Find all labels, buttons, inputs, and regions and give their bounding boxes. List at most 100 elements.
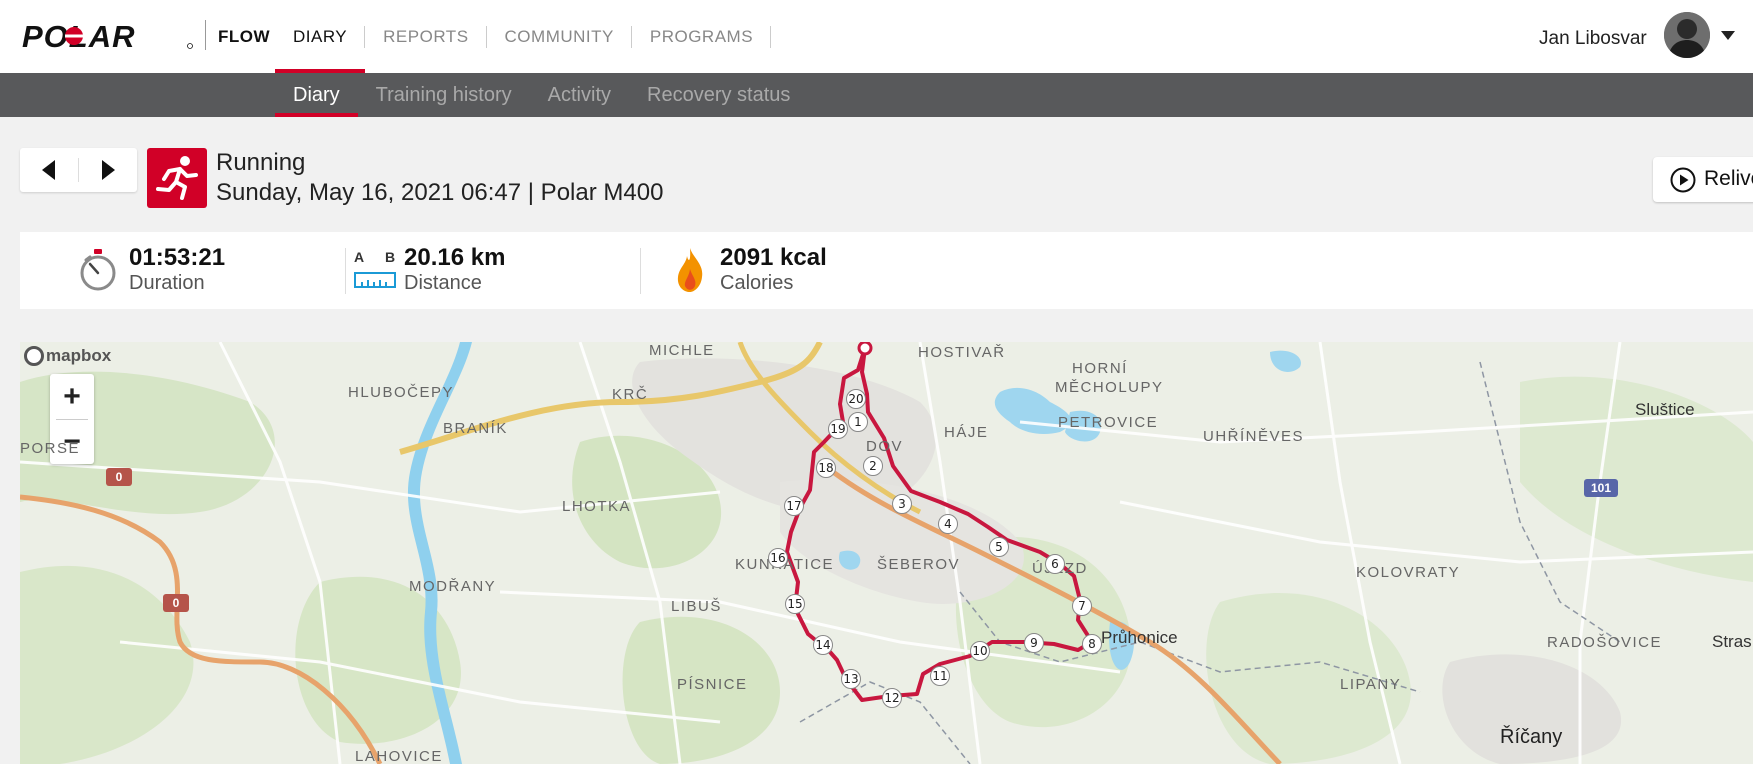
route-start-marker [857, 342, 873, 356]
next-session-button[interactable] [79, 148, 137, 192]
nav-reports-label: REPORTS [383, 26, 469, 46]
zoom-in-button[interactable]: + [50, 374, 94, 419]
km-marker[interactable]: 10 [970, 641, 990, 661]
main-nav: DIARY REPORTS COMMUNITY PROGRAMS [275, 0, 772, 73]
km-marker[interactable]: 14 [813, 635, 833, 655]
session-date-device: Sunday, May 16, 2021 06:47 | Polar M400 [216, 179, 664, 206]
place-label: UHŘÍNĚVES [1203, 428, 1305, 445]
nav-community-label: COMMUNITY [504, 26, 614, 46]
logo-divider [205, 20, 206, 50]
km-marker[interactable]: 15 [785, 594, 805, 614]
km-marker[interactable]: 6 [1045, 554, 1065, 574]
nav-reports[interactable]: REPORTS [365, 0, 487, 73]
place-label: PORSE [20, 440, 81, 457]
distance-value: 20.16 km [404, 244, 506, 271]
relive-button[interactable]: Relive [1653, 157, 1753, 202]
flame-icon [677, 248, 703, 292]
arrow-right-icon [102, 160, 115, 180]
place-label: HORNÍ [1072, 360, 1128, 377]
km-marker[interactable]: 17 [784, 496, 804, 516]
tab-training-history[interactable]: Training history [358, 73, 530, 117]
place-label: RADOŠOVICE [1547, 634, 1663, 651]
tab-activity-label: Activity [547, 83, 611, 106]
stat-duration: 01:53:21 Duration [20, 232, 340, 309]
place-label: HOSTIVAŘ [918, 344, 1006, 361]
place-label: HÁJE [944, 424, 989, 441]
mapbox-attribution[interactable]: mapbox [24, 346, 111, 366]
place-label: BRANÍK [443, 420, 508, 437]
mapbox-attribution-text: mapbox [46, 346, 112, 365]
place-label: MICHLE [649, 342, 715, 359]
avatar[interactable] [1664, 12, 1710, 58]
stopwatch-icon [80, 249, 116, 291]
running-sport-icon [147, 148, 207, 208]
place-label: DOV [866, 438, 904, 455]
distance-icon-a: A [354, 249, 365, 265]
place-label: KRČ [612, 386, 649, 403]
place-label: MĚCHOLUPY [1055, 379, 1164, 396]
calories-label: Calories [720, 272, 794, 294]
nav-community[interactable]: COMMUNITY [487, 0, 632, 73]
sub-navigation-bar: Diary Training history Activity Recovery… [0, 73, 1753, 117]
km-marker[interactable]: 18 [816, 458, 836, 478]
distance-icon-b: B [385, 249, 396, 265]
place-label: LIBUŠ [671, 598, 722, 615]
place-label: LIPANY [1340, 676, 1402, 693]
ruler-icon [354, 272, 396, 288]
km-marker[interactable]: 2 [863, 456, 883, 476]
relive-label: Relive [1704, 167, 1753, 190]
flow-label: FLOW [218, 27, 271, 46]
place-label: Průhonice [1101, 628, 1178, 647]
sub-nav: Diary Training history Activity Recovery… [275, 73, 808, 117]
place-label: KOLOVRATY [1356, 564, 1461, 581]
route-map[interactable]: mapbox + − MICHLE HOSTIVAŘ HLUBOČEPY KRČ… [20, 342, 1753, 764]
km-marker[interactable]: 12 [882, 688, 902, 708]
km-marker[interactable]: 1 [848, 412, 868, 432]
km-marker[interactable]: 4 [938, 514, 958, 534]
tab-activity[interactable]: Activity [530, 73, 629, 117]
km-marker[interactable]: 3 [892, 494, 912, 514]
play-icon [1670, 167, 1696, 193]
tab-diary[interactable]: Diary [275, 73, 358, 117]
tab-diary-label: Diary [293, 83, 340, 106]
place-label: LHOTKA [562, 498, 632, 515]
duration-label: Duration [129, 272, 205, 294]
stat-distance: A B 20.16 km Distance [350, 232, 650, 309]
tab-recovery-status[interactable]: Recovery status [629, 73, 808, 117]
nav-diary[interactable]: DIARY [275, 0, 366, 73]
user-name[interactable]: Jan Libosvar [1539, 28, 1647, 50]
place-label: PÍSNICE [677, 676, 748, 693]
km-marker[interactable]: 13 [841, 669, 861, 689]
place-label: MODŘANY [409, 578, 497, 595]
session-navigation [20, 148, 137, 192]
road-number-badge: 0 [163, 594, 189, 612]
place-label: Stras [1712, 632, 1752, 651]
user-menu-chevron-down-icon[interactable] [1721, 31, 1735, 40]
nav-diary-label: DIARY [293, 26, 348, 46]
place-label: Sluštice [1635, 400, 1695, 419]
tab-recovery-status-label: Recovery status [647, 83, 791, 106]
place-label: LAHOVICE [355, 748, 443, 764]
top-navigation-bar: POLAR FLOW DIARY REPORTS COMMUNITY PROGR… [0, 0, 1753, 73]
previous-session-button[interactable] [20, 148, 78, 192]
tab-training-history-label: Training history [375, 83, 512, 106]
stats-panel: 01:53:21 Duration A B 20.16 km Distance … [20, 232, 1753, 309]
place-label: ŠEBEROV [877, 556, 961, 573]
nav-programs-label: PROGRAMS [649, 26, 754, 46]
km-marker[interactable]: 9 [1024, 633, 1044, 653]
distance-label: Distance [404, 272, 482, 294]
nav-programs[interactable]: PROGRAMS [632, 0, 772, 73]
road-number-badge: 0 [106, 468, 132, 486]
polar-logo[interactable]: POLAR [22, 20, 194, 52]
km-marker[interactable]: 8 [1082, 634, 1102, 654]
km-marker[interactable]: 7 [1072, 596, 1092, 616]
km-marker[interactable]: 11 [930, 666, 950, 686]
km-marker[interactable]: 16 [768, 548, 788, 568]
place-label: PETROVICE [1058, 414, 1159, 431]
arrow-left-icon [42, 160, 55, 180]
calories-value: 2091 kcal [720, 244, 827, 271]
place-label: HLUBOČEPY [348, 384, 455, 401]
km-marker[interactable]: 20 [846, 389, 866, 409]
km-marker[interactable]: 19 [828, 419, 848, 439]
km-marker[interactable]: 5 [989, 537, 1009, 557]
